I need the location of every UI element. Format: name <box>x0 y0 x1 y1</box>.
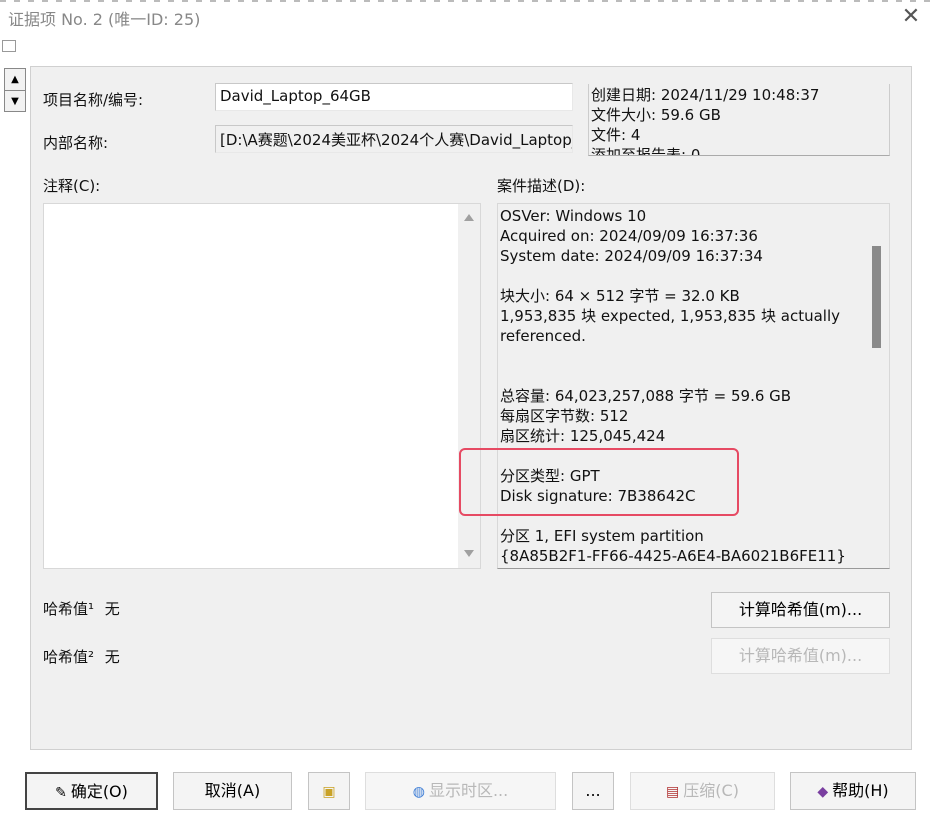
info-file-size: 文件大小: 59.6 GB <box>591 106 721 124</box>
desc-line <box>500 346 860 366</box>
compress-button[interactable]: ▤ 压缩(C) <box>630 772 775 810</box>
timezone-button[interactable]: ◍ 显示时区... <box>365 772 556 810</box>
desc-line: 每扇区字节数: 512 <box>500 407 629 425</box>
desc-line: 1,953,835 块 expected, 1,953,835 块 actual… <box>500 307 840 345</box>
more-button[interactable]: ... <box>572 772 614 810</box>
folder-button[interactable]: ▣ <box>308 772 350 810</box>
desc-line: OSVer: Windows 10 <box>500 207 647 225</box>
comment-label: 注释(C): <box>43 177 101 195</box>
desc-line: Acquired on: 2024/09/09 16:37:36 <box>500 227 758 245</box>
folder-search-icon: ▣ <box>322 783 336 800</box>
title-bar-strip <box>0 0 938 2</box>
description-label: 案件描述(D): <box>497 177 586 195</box>
scroll-up-icon[interactable] <box>464 214 474 221</box>
internal-name-label: 内部名称: <box>43 134 109 152</box>
item-name-input[interactable]: David_Laptop_64GB <box>215 83 573 111</box>
item-name-label: 项目名称/编号: <box>43 91 144 109</box>
scroll-down-icon[interactable] <box>464 550 474 557</box>
hash2-value: 无 <box>104 648 120 666</box>
info-report-count: 添加至报告表: 0 <box>591 146 701 156</box>
compress-label: 压缩(C) <box>683 781 739 800</box>
window-title: 证据项 No. 2 (唯一ID: 25) <box>8 10 201 29</box>
file-info-box: 创建日期: 2024/11/29 10:48:37 文件大小: 59.6 GB … <box>588 84 890 156</box>
desc-line <box>500 266 860 286</box>
ok-button[interactable]: ✎ 确定(O) <box>25 772 158 810</box>
pencil-note-icon: ✎ <box>55 784 67 801</box>
info-file-count: 文件: 4 <box>591 126 641 144</box>
compute-hash2-button[interactable]: 计算哈希值(m)... <box>711 638 890 674</box>
help-button[interactable]: ◆ 帮助(H) <box>790 772 916 810</box>
desc-line: System date: 2024/09/09 16:37:34 <box>500 247 763 265</box>
cancel-button[interactable]: 取消(A) <box>173 772 292 810</box>
timezone-label: 显示时区... <box>428 781 509 800</box>
hash1-value: 无 <box>104 600 120 618</box>
desc-line <box>500 366 860 386</box>
highlight-annotation <box>459 448 739 516</box>
ok-label: 确定(O) <box>70 782 128 801</box>
help-book-icon: ◆ <box>817 783 829 800</box>
hash2-label-text: 哈希值² <box>43 648 95 666</box>
archive-icon: ▤ <box>666 783 680 800</box>
scroll-thumb[interactable] <box>872 246 881 348</box>
desc-line: {8A85B2F1-FF66-4425-A6E4-BA6021B6FE11} <box>500 547 846 565</box>
desc-line: 扇区统计: 125,045,424 <box>500 427 666 445</box>
compute-hash-button[interactable]: 计算哈希值(m)... <box>711 592 890 628</box>
globe-icon: ◍ <box>412 783 425 800</box>
comment-textarea[interactable] <box>43 203 481 569</box>
close-icon[interactable]: ✕ <box>896 2 926 32</box>
desc-line: 块大小: 64 × 512 字节 = 32.0 KB <box>500 287 740 305</box>
desc-line: 分区 1, EFI system partition <box>500 527 704 545</box>
item-spinner[interactable]: ▲ ▼ <box>4 68 26 112</box>
info-created: 创建日期: 2024/11/29 10:48:37 <box>591 86 820 104</box>
description-scrollbar[interactable] <box>862 204 889 568</box>
hash2-label: 哈希值² 无 <box>43 646 120 667</box>
spinner-down-icon[interactable]: ▼ <box>5 91 25 112</box>
hash1-label: 哈希值¹ 无 <box>43 598 120 619</box>
desc-line: 总容量: 64,023,257,088 字节 = 59.6 GB <box>500 387 792 405</box>
spinner-up-icon[interactable]: ▲ <box>5 69 25 91</box>
small-checkbox[interactable] <box>2 40 16 52</box>
help-label: 帮助(H) <box>832 781 889 800</box>
internal-name-field[interactable]: [D:\A赛题\2024美亚杯\2024个人赛\David_Laptop_ <box>215 125 573 153</box>
hash1-label-text: 哈希值¹ <box>43 600 95 618</box>
